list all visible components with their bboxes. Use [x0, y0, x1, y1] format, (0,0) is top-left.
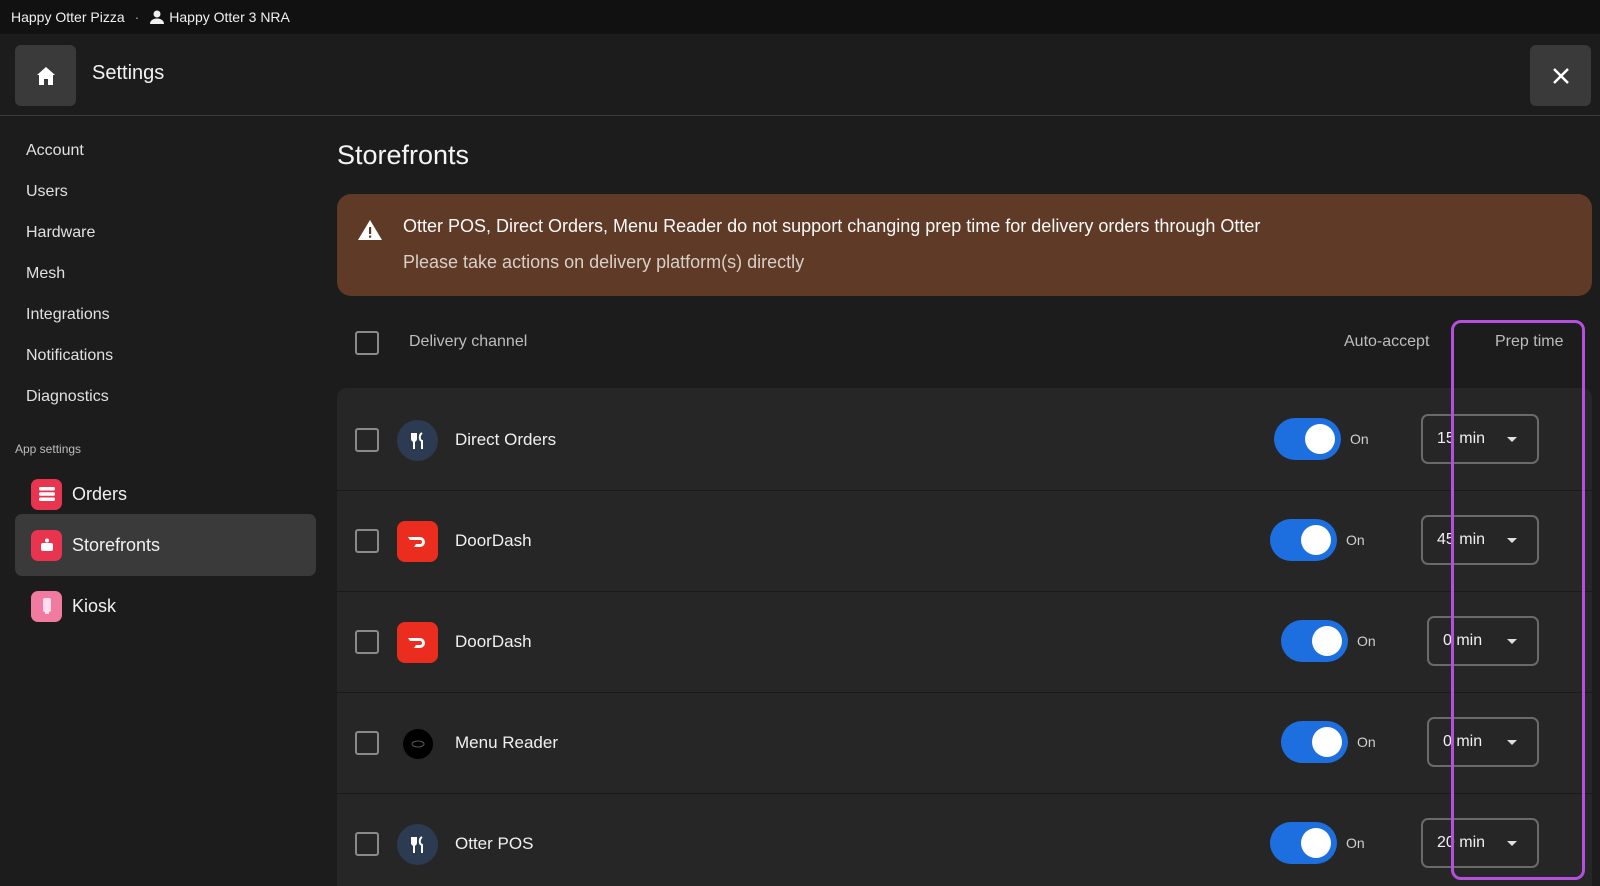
- top-bar: Happy Otter Pizza · Happy Otter 3 NRA: [0, 0, 1600, 34]
- row-checkbox[interactable]: [355, 731, 379, 755]
- sidebar-item-notifications[interactable]: Notifications: [26, 347, 113, 365]
- table-row: DoorDash On 45 min: [337, 489, 1592, 592]
- auto-accept-toggle[interactable]: [1270, 519, 1337, 561]
- orders-icon: [31, 478, 62, 510]
- sidebar-item-mesh[interactable]: Mesh: [26, 265, 65, 283]
- auto-accept-toggle[interactable]: [1281, 620, 1348, 662]
- prep-time-select[interactable]: 20 min: [1421, 818, 1539, 868]
- location-user[interactable]: Happy Otter 3 NRA: [149, 9, 290, 25]
- table-row: DoorDash On 0 min: [337, 590, 1592, 693]
- row-checkbox[interactable]: [355, 630, 379, 654]
- table-row: Menu Reader On 0 min: [337, 691, 1592, 794]
- sidebar-app-label: Orders: [72, 483, 128, 504]
- row-checkbox[interactable]: [355, 832, 379, 856]
- prep-time-select[interactable]: 0 min: [1427, 616, 1539, 666]
- sidebar-app-label: Kiosk: [72, 595, 117, 616]
- sidebar-app-label: Storefronts: [72, 534, 161, 555]
- page-title: Storefronts: [337, 140, 470, 170]
- user-icon: [150, 10, 165, 24]
- toggle-label: On: [1357, 633, 1376, 649]
- prep-time-value: 20 min: [1437, 834, 1486, 851]
- select-all-checkbox[interactable]: [355, 331, 379, 355]
- separator: ·: [134, 9, 140, 25]
- channel-table: Direct Orders On 15 min DoorDash On 45 m…: [337, 388, 1592, 886]
- sidebar: Account Users Hardware Mesh Integrations…: [0, 117, 325, 886]
- sidebar-item-hardware[interactable]: Hardware: [26, 224, 95, 242]
- fork-knife-icon: [397, 824, 438, 865]
- home-button[interactable]: [15, 45, 76, 106]
- auto-accept-toggle[interactable]: [1274, 418, 1341, 460]
- alert-message: Otter POS, Direct Orders, Menu Reader do…: [403, 216, 1261, 236]
- auto-accept-toggle[interactable]: [1281, 721, 1348, 763]
- prep-time-value: 0 min: [1443, 733, 1483, 750]
- kiosk-icon: [31, 590, 62, 622]
- prep-time-select[interactable]: 0 min: [1427, 717, 1539, 767]
- toggle-label: On: [1350, 431, 1369, 447]
- row-checkbox[interactable]: [355, 529, 379, 553]
- sidebar-app-kiosk[interactable]: Kiosk: [15, 575, 316, 637]
- channel-name: DoorDash: [455, 531, 532, 550]
- toggle-label: On: [1346, 532, 1365, 548]
- prep-time-select[interactable]: 15 min: [1421, 414, 1539, 464]
- auto-accept-toggle[interactable]: [1270, 822, 1337, 864]
- settings-header: Settings: [0, 34, 1600, 116]
- doordash-icon: [397, 622, 438, 663]
- close-button[interactable]: [1530, 45, 1591, 106]
- dropdown-caret-icon: [1507, 437, 1517, 442]
- sidebar-item-users[interactable]: Users: [26, 183, 68, 201]
- toggle-label: On: [1346, 835, 1365, 851]
- prep-time-value: 15 min: [1437, 430, 1486, 447]
- dropdown-caret-icon: [1507, 740, 1517, 745]
- column-header-channel: Delivery channel: [409, 333, 528, 350]
- dropdown-caret-icon: [1507, 841, 1517, 846]
- channel-name: DoorDash: [455, 632, 532, 651]
- location-name: Happy Otter 3 NRA: [169, 9, 290, 25]
- sidebar-item-account[interactable]: Account: [26, 142, 84, 160]
- sidebar-item-integrations[interactable]: Integrations: [26, 306, 110, 324]
- menu-reader-icon: [403, 729, 433, 759]
- channel-name: Otter POS: [455, 834, 534, 853]
- brand-name: Happy Otter Pizza: [11, 9, 125, 25]
- column-header-auto-accept: Auto-accept: [1344, 333, 1430, 350]
- prep-time-select[interactable]: 45 min: [1421, 515, 1539, 565]
- doordash-icon: [397, 521, 438, 562]
- channel-name: Menu Reader: [455, 733, 559, 752]
- warning-alert: Otter POS, Direct Orders, Menu Reader do…: [337, 194, 1592, 296]
- sidebar-item-diagnostics[interactable]: Diagnostics: [26, 388, 109, 406]
- prep-time-value: 0 min: [1443, 632, 1483, 649]
- row-checkbox[interactable]: [355, 428, 379, 452]
- table-row: Otter POS On 20 min: [337, 792, 1592, 886]
- toggle-label: On: [1357, 734, 1376, 750]
- sidebar-app-storefronts[interactable]: Storefronts: [15, 514, 316, 576]
- alert-submessage: Please take actions on delivery platform…: [403, 252, 805, 272]
- page-header-title: Settings: [92, 62, 165, 84]
- home-icon: [36, 66, 55, 85]
- column-header-prep-time: Prep time: [1495, 333, 1564, 350]
- channel-name: Direct Orders: [455, 430, 557, 449]
- storefront-icon: [31, 529, 62, 561]
- table-header: Delivery channel Auto-accept Prep time: [337, 318, 1592, 368]
- dropdown-caret-icon: [1507, 538, 1517, 543]
- prep-time-value: 45 min: [1437, 531, 1486, 548]
- table-row: Direct Orders On 15 min: [337, 388, 1592, 491]
- app-settings-section-label: App settings: [15, 442, 82, 456]
- dropdown-caret-icon: [1507, 639, 1517, 644]
- warning-icon: [358, 220, 382, 240]
- close-icon: [1552, 67, 1569, 84]
- fork-knife-icon: [397, 420, 438, 461]
